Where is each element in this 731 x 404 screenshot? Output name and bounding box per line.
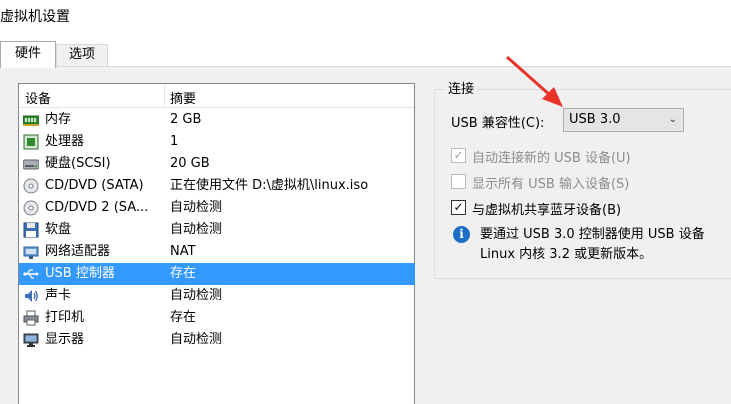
- tab-strip: 硬件 选项: [0, 41, 731, 68]
- tab-hardware[interactable]: 硬件: [0, 41, 56, 68]
- checkbox-box[interactable]: [451, 174, 466, 189]
- network-adapter-icon: [23, 244, 39, 260]
- device-name: 显示器: [45, 332, 85, 347]
- device-row-floppy[interactable]: 软盘 自动检测: [19, 219, 415, 241]
- device-summary: 1: [170, 134, 179, 149]
- device-name: USB 控制器: [45, 266, 115, 281]
- chevron-down-icon: ⌄: [668, 114, 677, 125]
- checkbox-label: 与虚拟机共享蓝牙设备(B): [472, 203, 622, 218]
- info-text: 要通过 USB 3.0 控制器使用 USB 设备 Linux 内核 3.2 或更…: [480, 225, 705, 265]
- speaker-icon: [23, 288, 39, 304]
- window-title: 虚拟机设置: [0, 9, 70, 25]
- usb-compat-label: USB 兼容性(C):: [451, 116, 545, 131]
- connection-group-title: 连接: [445, 81, 478, 99]
- cd-dvd-icon: [23, 200, 39, 216]
- device-summary: 20 GB: [170, 156, 210, 171]
- floppy-icon: [23, 222, 39, 238]
- device-row-cd-dvd-sata[interactable]: CD/DVD (SATA) 正在使用文件 D:\虚拟机\linux.iso: [19, 175, 415, 197]
- column-summary[interactable]: 摘要: [170, 88, 196, 107]
- device-summary: 存在: [170, 266, 197, 281]
- device-row-printer[interactable]: 打印机 存在: [19, 307, 415, 329]
- cd-dvd-icon: [23, 178, 39, 194]
- device-name: CD/DVD 2 (SA...: [45, 200, 149, 215]
- device-row-sound-card[interactable]: 声卡 自动检测: [19, 285, 415, 307]
- processor-icon: [23, 134, 39, 150]
- device-row-hard-disk[interactable]: 硬盘(SCSI) 20 GB: [19, 153, 415, 175]
- device-row-display[interactable]: 显示器 自动检测: [19, 329, 415, 351]
- hard-disk-icon: [22, 156, 40, 172]
- device-row-usb-controller[interactable]: USB 控制器 存在: [19, 263, 415, 285]
- checkbox-box[interactable]: ✓: [451, 200, 466, 215]
- device-name: 软盘: [45, 222, 72, 237]
- memory-icon: [22, 112, 40, 128]
- device-summary: 自动检测: [170, 222, 223, 237]
- checkbox-label: 显示所有 USB 输入设备(S): [472, 177, 630, 192]
- device-row-cd-dvd-2[interactable]: CD/DVD 2 (SA... 自动检测: [19, 197, 415, 219]
- device-name: 内存: [45, 112, 72, 127]
- device-summary: 自动检测: [170, 200, 223, 215]
- usb-compat-select[interactable]: USB 3.0 ⌄: [563, 108, 684, 132]
- tab-options[interactable]: 选项: [56, 44, 108, 67]
- checkbox-label: 自动连接新的 USB 设备(U): [472, 151, 631, 166]
- info-icon: i: [453, 226, 470, 243]
- device-name: 处理器: [45, 134, 85, 149]
- device-name: 网络适配器: [45, 244, 111, 259]
- device-summary: 2 GB: [170, 112, 202, 127]
- column-device[interactable]: 设备: [25, 88, 51, 107]
- info-line: 要通过 USB 3.0 控制器使用 USB 设备: [480, 227, 705, 242]
- device-summary: 存在: [170, 310, 197, 325]
- usb-icon: [23, 266, 39, 282]
- device-summary: 正在使用文件 D:\虚拟机\linux.iso: [170, 178, 369, 193]
- device-row-network-adapter[interactable]: 网络适配器 NAT: [19, 241, 415, 263]
- device-row-memory[interactable]: 内存 2 GB: [19, 109, 415, 131]
- device-name: 声卡: [45, 288, 72, 303]
- list-header: 设备 摘要: [19, 84, 414, 108]
- device-list[interactable]: 设备 摘要 内存 2 GB 处理器 1 硬盘(SCSI) 20 GB CD/DV…: [18, 83, 415, 404]
- device-name: CD/DVD (SATA): [45, 178, 144, 193]
- device-name: 硬盘(SCSI): [45, 156, 111, 171]
- info-line: Linux 内核 3.2 或更新版本。: [480, 247, 653, 262]
- column-separator[interactable]: [164, 84, 165, 108]
- usb-compat-value: USB 3.0: [569, 112, 621, 127]
- device-summary: 自动检测: [170, 332, 223, 347]
- printer-icon: [23, 310, 39, 326]
- checkbox-box[interactable]: ✓: [451, 148, 466, 163]
- device-name: 打印机: [45, 310, 85, 325]
- device-row-processor[interactable]: 处理器 1: [19, 131, 415, 153]
- hardware-panel: 设备 摘要 内存 2 GB 处理器 1 硬盘(SCSI) 20 GB CD/DV…: [0, 66, 731, 404]
- device-summary: 自动检测: [170, 288, 223, 303]
- device-summary: NAT: [170, 244, 196, 259]
- monitor-icon: [23, 332, 39, 348]
